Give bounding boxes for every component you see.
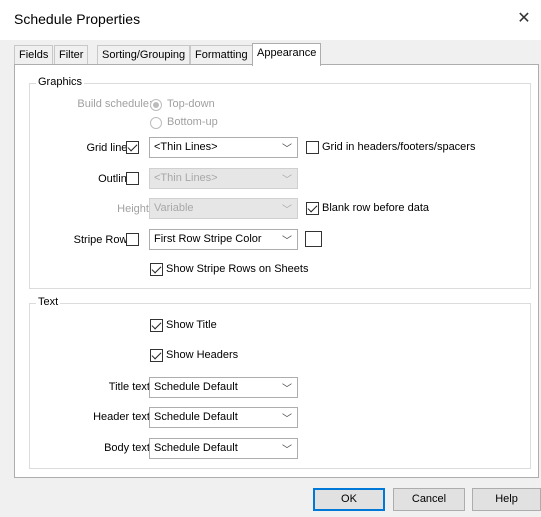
show-title-label: Show Title [166, 319, 217, 331]
window-title: Schedule Properties [14, 11, 141, 27]
tab-fields[interactable]: Fields [14, 45, 54, 64]
height-value: Variable [154, 202, 194, 214]
chevron-down-icon: ﹀ [282, 414, 292, 425]
title-text-label: Title text: [108, 381, 153, 393]
stripe-color-swatch[interactable] [305, 231, 322, 247]
blank-row-label: Blank row before data [322, 202, 430, 214]
chevron-down-icon: ﹀ [282, 144, 292, 155]
show-headers-checkbox[interactable] [150, 349, 163, 362]
header-text-label: Header text: [93, 411, 153, 423]
help-button[interactable]: Help [472, 488, 541, 511]
chevron-down-icon: ﹀ [282, 384, 292, 395]
top-down-label: Top-down [167, 98, 215, 110]
tab-appearance[interactable]: Appearance [252, 43, 322, 66]
outline-checkbox[interactable] [126, 172, 139, 185]
cancel-button[interactable]: Cancel [393, 488, 465, 511]
text-group: Text Show Title Show Headers Title text:… [29, 296, 531, 469]
stripe-color-value: First Row Stripe Color [154, 233, 262, 245]
stripe-color-select[interactable]: First Row Stripe Color ﹀ [149, 229, 298, 250]
ok-button[interactable]: OK [313, 488, 385, 511]
close-icon[interactable]: ✕ [513, 8, 535, 30]
bottom-up-radio[interactable] [150, 117, 162, 129]
title-text-value: Schedule Default [154, 381, 238, 393]
chevron-down-icon: ﹀ [282, 175, 292, 186]
header-text-value: Schedule Default [154, 411, 238, 423]
chevron-down-icon: ﹀ [282, 445, 292, 456]
appearance-page: Graphics Build schedule: Top-down Bottom… [14, 64, 539, 478]
chevron-down-icon: ﹀ [282, 205, 292, 216]
body-text-value: Schedule Default [154, 442, 238, 454]
bottom-up-label: Bottom-up [167, 116, 218, 128]
graphics-group: Graphics Build schedule: Top-down Bottom… [29, 76, 531, 289]
height-select[interactable]: Variable ﹀ [149, 198, 298, 219]
blank-row-checkbox[interactable] [306, 202, 319, 215]
body-text-select[interactable]: Schedule Default ﹀ [149, 438, 298, 459]
graphics-legend: Graphics [36, 76, 85, 88]
show-stripe-checkbox[interactable] [150, 263, 163, 276]
top-down-radio[interactable] [150, 99, 162, 111]
grid-lines-checkbox[interactable] [126, 141, 139, 154]
grid-headers-checkbox[interactable] [306, 141, 319, 154]
grid-lines-value: <Thin Lines> [154, 141, 218, 153]
grid-lines-select[interactable]: <Thin Lines> ﹀ [149, 137, 298, 158]
tab-sorting-grouping[interactable]: Sorting/Grouping [97, 45, 191, 64]
tab-filter[interactable]: Filter [54, 45, 89, 64]
body-text-label: Body text: [104, 442, 153, 454]
schedule-properties-dialog: Schedule Properties ✕ Fields Filter Sort… [0, 0, 541, 517]
text-legend: Text [36, 296, 61, 308]
show-headers-label: Show Headers [166, 349, 239, 361]
build-schedule-label: Build schedule: [77, 98, 152, 110]
show-stripe-label: Show Stripe Rows on Sheets [166, 263, 309, 275]
tab-formatting[interactable]: Formatting [190, 45, 253, 64]
grid-headers-label: Grid in headers/footers/spacers [322, 141, 476, 153]
height-label: Height: [117, 203, 152, 215]
title-bar: Schedule Properties ✕ [0, 0, 541, 40]
header-text-select[interactable]: Schedule Default ﹀ [149, 407, 298, 428]
title-text-select[interactable]: Schedule Default ﹀ [149, 377, 298, 398]
outline-select[interactable]: <Thin Lines> ﹀ [149, 168, 298, 189]
show-title-checkbox[interactable] [150, 319, 163, 332]
outline-value: <Thin Lines> [154, 172, 218, 184]
chevron-down-icon: ﹀ [282, 236, 292, 247]
stripe-rows-checkbox[interactable] [126, 233, 139, 246]
